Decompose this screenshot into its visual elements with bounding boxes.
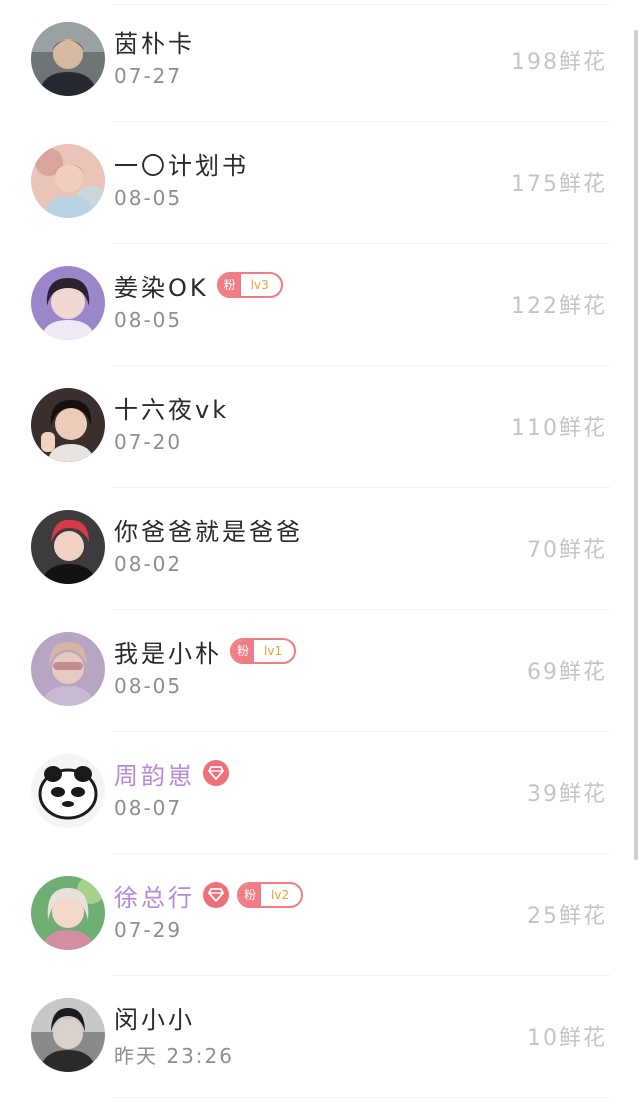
diamond-icon bbox=[203, 760, 229, 786]
diamond-icon bbox=[203, 882, 229, 908]
name-line: 姜染OK 粉 lv3 bbox=[114, 268, 283, 302]
date-label: 08-05 bbox=[114, 674, 183, 698]
list-item[interactable]: 闵小小 昨天 23:26 10鲜花 bbox=[0, 976, 640, 1098]
avatar[interactable] bbox=[31, 510, 105, 584]
fan-level: lv3 bbox=[250, 278, 269, 292]
flower-count: 110鲜花 bbox=[511, 416, 607, 441]
username[interactable]: 你爸爸就是爸爸 bbox=[114, 512, 303, 547]
name-line: 一〇计划书 bbox=[114, 146, 249, 180]
list-item[interactable]: 我是小朴 粉 lv1 08-05 69鲜花 bbox=[0, 610, 640, 732]
flower-ranking-list: 茵朴卡 07-27 198鲜花 一〇计划书 08-05 175鲜花 姜染OK 粉… bbox=[0, 0, 640, 1106]
date-label: 08-05 bbox=[114, 308, 183, 332]
name-line: 你爸爸就是爸爸 bbox=[114, 512, 303, 546]
flower-count: 198鲜花 bbox=[511, 50, 607, 75]
fan-level: lv2 bbox=[271, 888, 290, 902]
date-label: 07-27 bbox=[114, 64, 183, 88]
username[interactable]: 一〇计划书 bbox=[114, 146, 249, 181]
list-item[interactable]: 徐总行 粉 lv2 07-29 25鲜花 bbox=[0, 854, 640, 976]
avatar[interactable] bbox=[31, 388, 105, 462]
username[interactable]: 周韵崽 bbox=[114, 756, 195, 791]
name-line: 我是小朴 粉 lv1 bbox=[114, 634, 297, 669]
flower-count: 69鲜花 bbox=[527, 660, 607, 685]
date-label: 08-02 bbox=[114, 552, 183, 576]
scrollbar[interactable] bbox=[634, 30, 638, 860]
flower-count: 10鲜花 bbox=[527, 1026, 607, 1051]
name-line: 徐总行 粉 lv2 bbox=[114, 878, 304, 913]
username[interactable]: 徐总行 bbox=[114, 878, 195, 913]
username[interactable]: 十六夜vk bbox=[114, 390, 229, 425]
flower-count: 175鲜花 bbox=[511, 172, 607, 197]
list-item[interactable]: 周韵崽 08-07 39鲜花 bbox=[0, 732, 640, 854]
list-item[interactable]: 你爸爸就是爸爸 08-02 70鲜花 bbox=[0, 488, 640, 610]
fan-level: lv1 bbox=[264, 644, 283, 658]
date-label: 07-20 bbox=[114, 430, 183, 454]
name-line: 周韵崽 bbox=[114, 756, 229, 790]
list-item[interactable]: 姜染OK 粉 lv3 08-05 122鲜花 bbox=[0, 244, 640, 366]
fan-tag: 粉 bbox=[232, 640, 255, 662]
avatar[interactable] bbox=[31, 632, 105, 706]
username[interactable]: 茵朴卡 bbox=[114, 24, 195, 59]
date-label: 08-05 bbox=[114, 186, 183, 210]
fan-level-badge: 粉 lv1 bbox=[230, 638, 297, 664]
flower-count: 25鲜花 bbox=[527, 904, 607, 929]
fan-tag: 粉 bbox=[218, 274, 241, 296]
avatar[interactable] bbox=[31, 144, 105, 218]
fan-level-badge: 粉 lv3 bbox=[216, 272, 283, 298]
fan-level-badge: 粉 lv2 bbox=[237, 882, 304, 908]
avatar[interactable] bbox=[31, 22, 105, 96]
fan-tag: 粉 bbox=[239, 884, 262, 906]
list-item[interactable]: 茵朴卡 07-27 198鲜花 bbox=[0, 0, 640, 122]
flower-count: 122鲜花 bbox=[511, 294, 607, 319]
list-item[interactable]: 一〇计划书 08-05 175鲜花 bbox=[0, 122, 640, 244]
flower-count: 39鲜花 bbox=[527, 782, 607, 807]
list-item[interactable]: 十六夜vk 07-20 110鲜花 bbox=[0, 366, 640, 488]
date-label: 08-07 bbox=[114, 796, 183, 820]
username[interactable]: 姜染OK bbox=[114, 268, 209, 303]
name-line: 十六夜vk bbox=[114, 390, 229, 424]
date-label: 07-29 bbox=[114, 918, 183, 942]
date-label: 昨天 23:26 bbox=[114, 1044, 234, 1068]
flower-count: 70鲜花 bbox=[527, 538, 607, 563]
avatar[interactable] bbox=[31, 266, 105, 340]
name-line: 闵小小 bbox=[114, 1000, 195, 1034]
username[interactable]: 我是小朴 bbox=[114, 634, 222, 669]
avatar[interactable] bbox=[31, 998, 105, 1072]
avatar[interactable] bbox=[31, 754, 105, 828]
username[interactable]: 闵小小 bbox=[114, 1000, 195, 1035]
name-line: 茵朴卡 bbox=[114, 24, 195, 58]
avatar[interactable] bbox=[31, 876, 105, 950]
